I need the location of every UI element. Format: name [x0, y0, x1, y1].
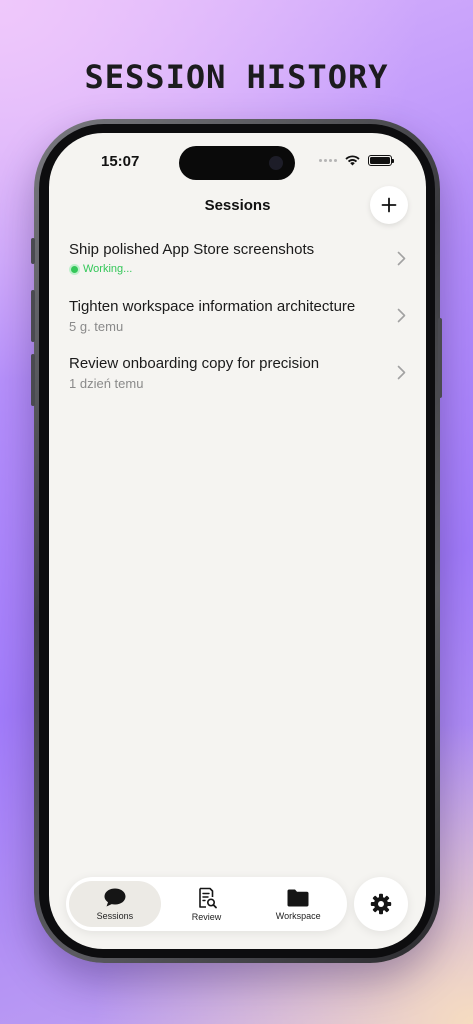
power-button: [438, 318, 442, 398]
session-row[interactable]: Review onboarding copy for precision 1 d…: [69, 355, 406, 411]
status-icons: [319, 154, 394, 166]
tab-label: Workspace: [275, 910, 321, 921]
session-row[interactable]: Ship polished App Store screenshots Work…: [69, 241, 406, 297]
session-status: 5 g. temu: [69, 319, 406, 335]
tab-label: Sessions: [96, 911, 134, 921]
wifi-icon: [345, 155, 360, 166]
tab-bar: Sessions Review Workspace: [66, 877, 347, 931]
tab-label: Review: [191, 911, 222, 922]
session-status-text: Working...: [83, 263, 133, 275]
session-status: Working...: [69, 261, 406, 277]
battery-icon: [368, 154, 394, 166]
session-status: 1 dzień temu: [69, 376, 406, 392]
chevron-right-icon: [397, 308, 406, 323]
session-title: Tighten workspace information architectu…: [69, 298, 356, 315]
tab-sessions[interactable]: Sessions: [69, 881, 161, 927]
gear-icon: [370, 893, 392, 915]
session-list: Ship polished App Store screenshots Work…: [69, 241, 406, 411]
page-headline: SESSION HISTORY: [84, 58, 389, 96]
session-status-text: 5 g. temu: [69, 319, 124, 334]
session-title: Review onboarding copy for precision: [69, 355, 320, 372]
add-session-button[interactable]: [370, 186, 408, 224]
camera-icon: [269, 156, 283, 170]
action-button: [31, 238, 35, 264]
session-title: Ship polished App Store screenshots: [69, 241, 315, 258]
chat-bubble-icon: [104, 888, 126, 907]
document-search-icon: [198, 887, 217, 908]
folder-icon: [287, 889, 309, 906]
chevron-right-icon: [397, 365, 406, 380]
plus-icon: [381, 197, 397, 213]
settings-button[interactable]: [354, 877, 408, 931]
dynamic-island: [179, 146, 295, 180]
tab-workspace[interactable]: Workspace: [252, 881, 344, 927]
phone-screen: 15:07 Sessions Ship polished App Store s…: [49, 133, 426, 949]
volume-down-button: [31, 354, 35, 406]
session-row[interactable]: Tighten workspace information architectu…: [69, 298, 406, 354]
status-time: 15:07: [101, 153, 140, 170]
cellular-signal-icon: [319, 158, 337, 162]
tab-review[interactable]: Review: [161, 881, 253, 927]
volume-up-button: [31, 290, 35, 342]
working-indicator-icon: [69, 263, 80, 275]
session-status-text: 1 dzień temu: [69, 376, 144, 391]
chevron-right-icon: [397, 251, 406, 266]
